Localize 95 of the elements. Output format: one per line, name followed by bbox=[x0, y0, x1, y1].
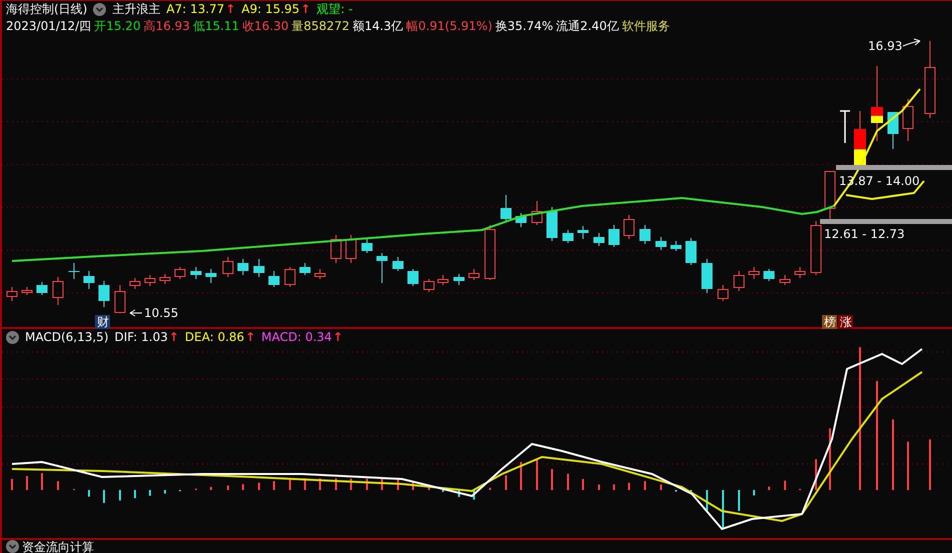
candlestick bbox=[424, 278, 434, 292]
candlestick bbox=[780, 274, 790, 286]
pointer-arrow-icon bbox=[902, 38, 920, 46]
event-tag[interactable]: 财 bbox=[95, 315, 110, 329]
candlestick bbox=[764, 268, 774, 282]
quote-value: 收16.30 bbox=[242, 18, 289, 35]
trend-arrow: ↑ bbox=[225, 1, 236, 18]
quote-value: 软件服务 bbox=[622, 18, 670, 35]
indicator-value: A9: 15.95 bbox=[242, 1, 300, 18]
candlestick bbox=[284, 266, 296, 288]
quote-value: 幅0.91(5.91%) bbox=[406, 18, 492, 35]
candlestick bbox=[222, 256, 234, 278]
indicator-value: 观望: - bbox=[316, 1, 353, 18]
candlestick bbox=[68, 262, 80, 280]
candlestick bbox=[362, 238, 372, 254]
quote-value: 高16.93 bbox=[144, 18, 190, 35]
candlestick bbox=[376, 252, 388, 284]
candlestick bbox=[824, 170, 836, 220]
candlestick bbox=[484, 224, 496, 280]
candlestick bbox=[594, 232, 604, 246]
candlestick bbox=[6, 286, 18, 302]
quote-value: 换35.74% bbox=[495, 18, 554, 35]
quote-value: 流通2.40亿 bbox=[556, 18, 619, 35]
candlestick bbox=[314, 268, 326, 280]
candlestick bbox=[114, 284, 126, 314]
candlestick bbox=[670, 240, 682, 252]
candlestick bbox=[578, 226, 588, 240]
candlestick bbox=[22, 286, 32, 296]
candlestick bbox=[810, 220, 822, 276]
price-range-label: 12.61 - 12.73 bbox=[824, 227, 905, 241]
candlestick bbox=[702, 258, 712, 294]
trend-arrow: ↑ bbox=[332, 329, 343, 346]
candlestick bbox=[408, 268, 418, 286]
panel-title: 资金流向计算 bbox=[22, 540, 94, 552]
high-price-label: 16.93 bbox=[868, 39, 902, 53]
quote-value: 2023/01/12/四 bbox=[6, 18, 92, 35]
candlestick bbox=[532, 200, 542, 226]
quote-value: 额14.3亿 bbox=[352, 18, 404, 35]
event-tag[interactable]: 榜 bbox=[822, 315, 837, 329]
candlestick bbox=[546, 206, 558, 242]
candlestick bbox=[624, 214, 634, 240]
indicator-value: DEA: 0.86 bbox=[184, 329, 244, 346]
candlestick bbox=[734, 270, 744, 292]
indicator-value: MACD: 0.34 bbox=[261, 329, 332, 346]
candlestick bbox=[854, 110, 866, 166]
candlestick bbox=[748, 266, 760, 280]
candlestick bbox=[206, 268, 216, 284]
candlestick bbox=[160, 274, 170, 284]
quote-value: 低15.11 bbox=[192, 18, 240, 35]
candlestick bbox=[144, 274, 156, 286]
candlestick bbox=[640, 224, 650, 244]
candlestick bbox=[686, 238, 696, 266]
event-tag[interactable]: 涨 bbox=[838, 315, 853, 329]
candlestick bbox=[238, 258, 248, 276]
candlestick bbox=[608, 224, 620, 248]
dropdown-icon[interactable] bbox=[6, 331, 19, 344]
candlestick bbox=[254, 258, 264, 278]
candlestick bbox=[346, 234, 356, 264]
candlestick bbox=[84, 270, 94, 290]
candlestick bbox=[438, 274, 448, 286]
quote-value: 开15.20 bbox=[94, 18, 141, 35]
candlestick bbox=[130, 278, 140, 290]
trend-arrow: ↑ bbox=[168, 329, 179, 346]
candlestick bbox=[500, 194, 512, 222]
candlestick bbox=[330, 234, 342, 264]
dropdown-icon[interactable] bbox=[93, 3, 106, 16]
candlestick bbox=[562, 230, 574, 244]
chart-title: 海得控制(日线) bbox=[6, 1, 88, 18]
candlestick bbox=[174, 266, 186, 280]
candlestick bbox=[268, 270, 280, 288]
t-marker-icon bbox=[839, 110, 851, 144]
candlestick bbox=[98, 280, 110, 308]
indicator-value: A7: 13.77 bbox=[166, 1, 224, 18]
candlestick bbox=[52, 276, 64, 306]
candlestick bbox=[468, 268, 480, 280]
candlestick bbox=[190, 266, 202, 280]
dropdown-icon[interactable] bbox=[6, 540, 19, 553]
candlestick bbox=[300, 262, 310, 276]
quote-value: 量858272 bbox=[292, 18, 350, 35]
candlestick bbox=[516, 212, 526, 228]
trend-arrow: ↑ bbox=[300, 1, 311, 18]
candlestick bbox=[392, 256, 404, 272]
candlestick bbox=[718, 284, 728, 302]
indicator-name: MACD(6,13,5) bbox=[25, 329, 109, 346]
candlestick bbox=[454, 274, 464, 286]
candlestick bbox=[902, 98, 914, 142]
candlestick bbox=[888, 112, 898, 150]
indicator-value: DIF: 1.03 bbox=[114, 329, 168, 346]
pointer-arrow-icon bbox=[130, 310, 142, 316]
candlestick bbox=[36, 282, 48, 296]
indicator-name: 主升浪主 bbox=[112, 1, 160, 18]
candlestick bbox=[656, 236, 666, 250]
low-price-label: 10.55 bbox=[144, 306, 178, 320]
trend-arrow: ↑ bbox=[245, 329, 256, 346]
candlestick bbox=[794, 266, 806, 278]
